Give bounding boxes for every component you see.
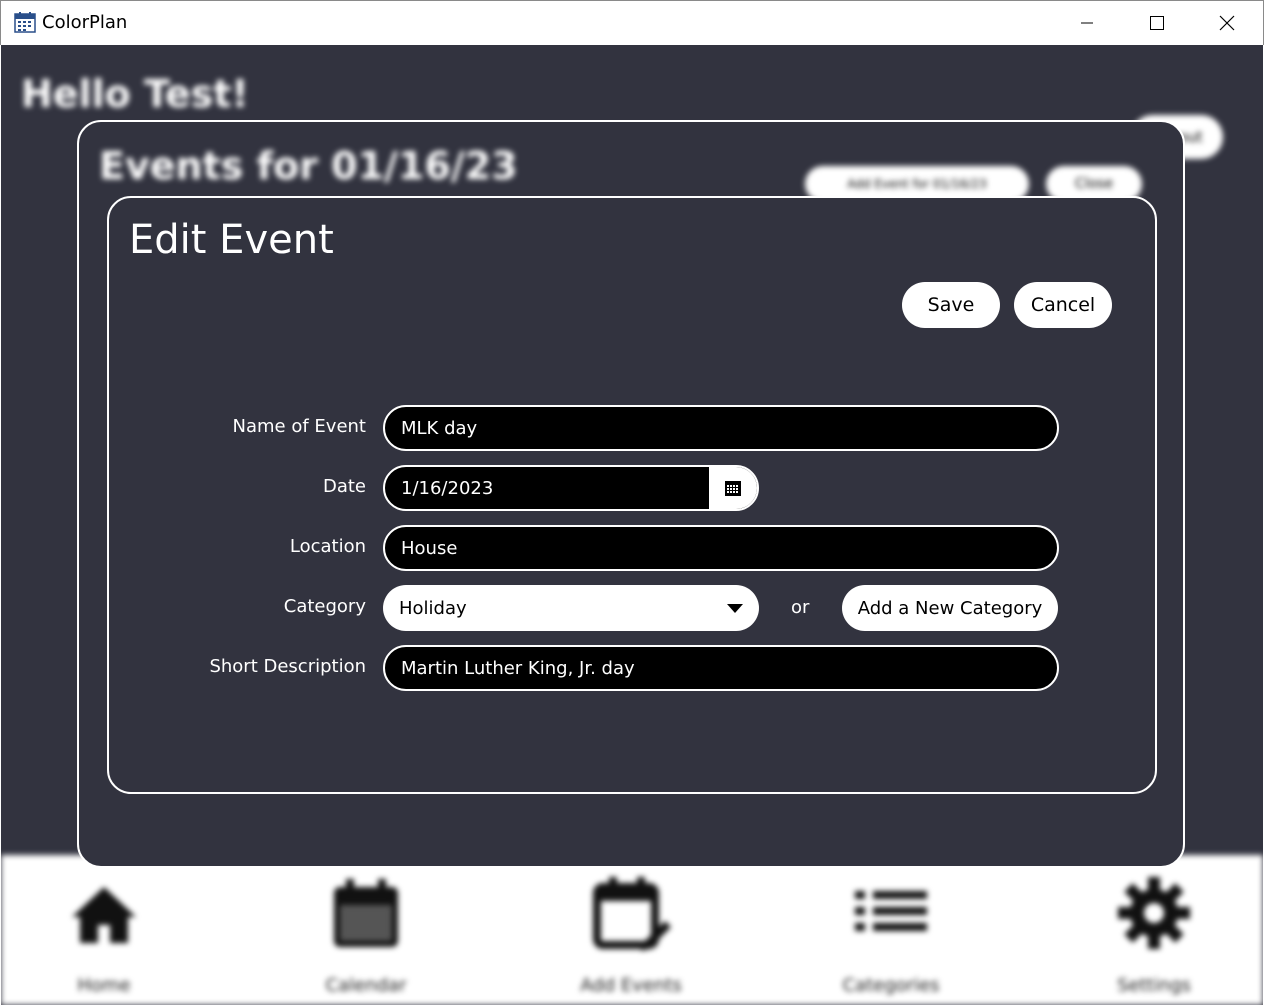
calendar-icon [334, 879, 398, 947]
or-text: or [791, 597, 810, 618]
list-icon [855, 891, 927, 931]
nav-item-home: Home [34, 873, 174, 996]
nav-item-calendar: Calendar [296, 873, 436, 996]
nav-item-add-events: Add Events [561, 873, 701, 996]
cancel-button[interactable]: Cancel [1014, 282, 1112, 328]
category-value: Holiday [399, 597, 467, 619]
nav-label-categories: Categories [842, 975, 940, 996]
window-titlebar: ColorPlan [0, 0, 1264, 45]
description-label: Short Description [209, 656, 366, 677]
calendar-edit-icon [593, 877, 671, 951]
window-title: ColorPlan [42, 12, 128, 33]
nav-label-home: Home [77, 975, 131, 996]
nav-label-add-events: Add Events [580, 975, 682, 996]
event-name-input[interactable]: MLK day [383, 405, 1059, 451]
location-value: House [401, 537, 458, 559]
date-input[interactable]: 1/16/2023 [383, 465, 759, 511]
date-picker-button[interactable] [709, 467, 757, 509]
calendar-picker-icon [725, 481, 741, 496]
save-button[interactable]: Save [902, 282, 1000, 328]
location-input[interactable]: House [383, 525, 1059, 571]
bottom-navbar: Home Calendar Add Events Categories Sett… [1, 855, 1263, 1005]
nav-label-settings: Settings [1117, 975, 1191, 996]
date-value: 1/16/2023 [401, 477, 494, 499]
close-window-button[interactable] [1192, 1, 1262, 45]
calendar-app-icon [14, 12, 36, 33]
home-icon [72, 887, 136, 943]
name-label: Name of Event [232, 416, 366, 437]
maximize-icon [1150, 16, 1164, 30]
gear-icon [1118, 877, 1190, 949]
event-name-value: MLK day [401, 417, 478, 439]
events-dialog-title: Events for 01/16/23 [99, 144, 518, 188]
greeting-heading: Hello Test! [21, 72, 249, 116]
close-icon [1219, 15, 1235, 31]
description-input[interactable]: Martin Luther King, Jr. day [383, 645, 1059, 691]
minimize-icon [1081, 22, 1093, 24]
location-label: Location [289, 536, 366, 557]
category-label: Category [283, 596, 366, 617]
add-new-category-button[interactable]: Add a New Category [842, 585, 1058, 631]
edit-event-title: Edit Event [129, 217, 334, 263]
edit-event-dialog: Edit Event Save Cancel Name of Event MLK… [107, 196, 1157, 794]
chevron-down-icon [727, 604, 743, 613]
app-client-area: Hello Test! Logout Home Calendar A [1, 45, 1263, 1005]
category-select[interactable]: Holiday [383, 585, 759, 631]
nav-item-categories: Categories [821, 873, 961, 996]
minimize-button[interactable] [1052, 1, 1122, 45]
date-label: Date [322, 476, 366, 497]
nav-label-calendar: Calendar [325, 975, 407, 996]
description-value: Martin Luther King, Jr. day [401, 657, 635, 679]
nav-item-settings: Settings [1084, 873, 1224, 996]
maximize-button[interactable] [1122, 1, 1192, 45]
